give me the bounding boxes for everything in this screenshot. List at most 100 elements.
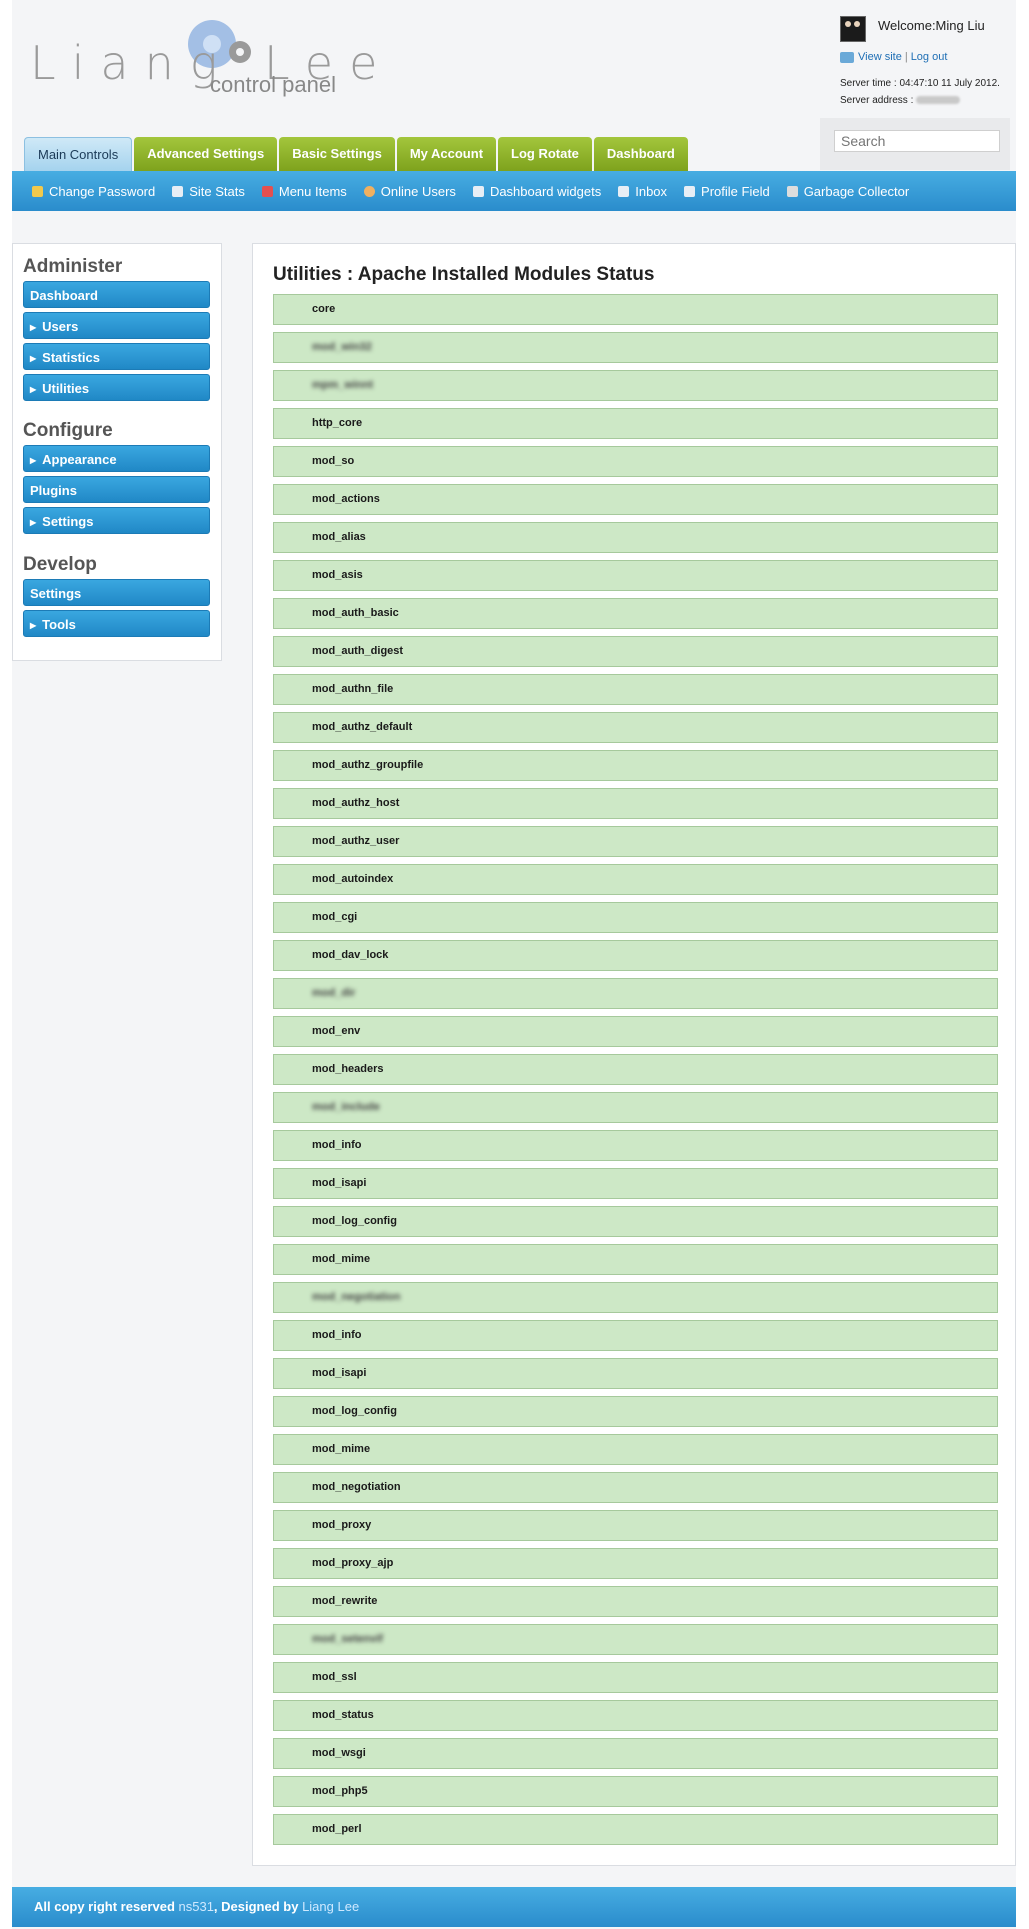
table-row: mod_env: [273, 1016, 998, 1047]
subnav-online-users[interactable]: Online Users: [363, 184, 456, 199]
module-name: mod_proxy_ajp: [312, 1557, 394, 1569]
table-row: mod_setenvif: [273, 1624, 998, 1655]
table-row: mod_wsgi: [273, 1738, 998, 1769]
table-row: mod_log_config: [273, 1206, 998, 1237]
tab-advanced-settings[interactable]: Advanced Settings: [134, 137, 278, 171]
module-name: mod_proxy: [312, 1519, 372, 1531]
module-name: mod_include: [312, 1101, 380, 1113]
table-row: mod_dav_lock: [273, 940, 998, 971]
table-row: mod_log_config: [273, 1396, 998, 1427]
main-tabs: Main Controls Advanced Settings Basic Se…: [24, 137, 690, 171]
subnav-inbox[interactable]: Inbox: [618, 184, 667, 199]
sidebar-item-label: Tools: [42, 617, 76, 632]
module-name: mod_log_config: [312, 1215, 397, 1227]
table-row: mod_cgi: [273, 902, 998, 933]
table-row: mod_authz_user: [273, 826, 998, 857]
subnav-profile-field[interactable]: Profile Field: [684, 184, 770, 199]
sidebar-item-label: Plugins: [30, 483, 77, 498]
subnav-label: Change Password: [49, 183, 156, 199]
subnav-dashboard-widgets[interactable]: Dashboard widgets: [472, 184, 601, 199]
sidebar-item-label: Settings: [30, 586, 82, 601]
module-name: mod_authz_host: [312, 797, 400, 809]
triangle-right-icon: ▶: [30, 518, 37, 528]
log-out-link[interactable]: Log out: [911, 51, 948, 63]
table-row: mod_mime: [273, 1244, 998, 1275]
module-name: mod_authz_groupfile: [312, 759, 424, 771]
tab-my-account[interactable]: My Account: [396, 137, 497, 171]
sidebar-item-appearance[interactable]: ▶ Appearance: [23, 445, 210, 472]
module-name: mod_dir: [312, 987, 356, 999]
lock-icon: [32, 185, 43, 197]
page-title: Utilities : Apache Installed Modules Sta…: [273, 264, 655, 285]
subnav-label: Profile Field: [701, 183, 770, 199]
footer-owner-link[interactable]: ns531: [179, 1899, 214, 1914]
module-name: mod_authz_default: [312, 721, 413, 733]
table-row: mod_authn_file: [273, 674, 998, 705]
user-box: Welcome:Ming Liu View site | Log out Serve…: [840, 14, 1029, 114]
sidebar-item-dashboard[interactable]: Dashboard: [23, 281, 210, 308]
table-row: mod_status: [273, 1700, 998, 1731]
sidebar-item-settings[interactable]: ▶ Settings: [23, 507, 210, 534]
sidebar-item-plugins[interactable]: Plugins: [23, 476, 210, 503]
view-site-icon: [840, 51, 854, 63]
sidebar-item-users[interactable]: ▶ Users: [23, 312, 210, 339]
table-row: mod_autoindex: [273, 864, 998, 895]
module-name: mod_isapi: [312, 1367, 367, 1379]
user-links: View site | Log out: [840, 51, 947, 63]
server-address: Server address :: [840, 95, 961, 106]
module-name: mod_so: [312, 455, 355, 467]
module-name: mod_dav_lock: [312, 949, 389, 961]
table-row: mod_actions: [273, 484, 998, 515]
sidebar-item-tools[interactable]: ▶ Tools: [23, 610, 210, 637]
tab-basic-settings[interactable]: Basic Settings: [279, 137, 395, 171]
module-name: mod_mime: [312, 1443, 371, 1455]
redacted-address: [916, 96, 961, 105]
table-row: mod_auth_basic: [273, 598, 998, 629]
footer-middle: , Designed by: [213, 1899, 303, 1914]
table-row: mod_info: [273, 1320, 998, 1351]
footer-designer-link[interactable]: Liang Lee: [302, 1899, 359, 1914]
sidebar-item-label: Settings: [42, 514, 94, 529]
link-separator: |: [904, 51, 908, 63]
table-row: core: [273, 294, 998, 325]
search-area: [820, 118, 1010, 170]
sidebar-item-statistics[interactable]: ▶ Statistics: [23, 343, 210, 370]
tab-main-controls[interactable]: Main Controls: [24, 137, 133, 171]
module-name: core: [312, 303, 336, 315]
sidebar-item-label: Utilities: [42, 381, 90, 396]
module-name: mod_log_config: [312, 1405, 397, 1417]
table-row: mod_isapi: [273, 1358, 998, 1389]
module-name: mod_auth_digest: [312, 645, 404, 657]
table-row: mod_isapi: [273, 1168, 998, 1199]
sidebar-item-dev-settings[interactable]: Settings: [23, 579, 210, 606]
header: Liang Lee control panel Welcome:Ming Liu…: [12, 0, 1016, 130]
search-input[interactable]: [834, 130, 1000, 152]
triangle-right-icon: ▶: [30, 456, 37, 466]
subnav-site-stats[interactable]: Site Stats: [172, 184, 245, 199]
main-panel: Utilities : Apache Installed Modules Sta…: [252, 243, 1016, 1866]
subnav-garbage-collector[interactable]: Garbage Collector: [786, 184, 909, 199]
module-name: mod_authn_file: [312, 683, 394, 695]
subnav-change-password[interactable]: Change Password: [32, 184, 155, 199]
triangle-right-icon: ▶: [30, 621, 37, 631]
module-name: mod_ssl: [312, 1671, 357, 1683]
view-site-link[interactable]: View site: [858, 51, 902, 63]
module-name: mod_autoindex: [312, 873, 394, 885]
subnav-menu-items[interactable]: Menu Items: [261, 184, 347, 199]
module-name: mod_mime: [312, 1253, 371, 1265]
module-name: mod_setenvif: [312, 1633, 383, 1645]
module-name: mod_rewrite: [312, 1595, 378, 1607]
tab-log-rotate[interactable]: Log Rotate: [498, 137, 592, 171]
sidebar: Administer Dashboard ▶ Users ▶ Statistics …: [12, 243, 222, 661]
sidebar-item-utilities[interactable]: ▶ Utilities: [23, 374, 210, 401]
module-name: http_core: [312, 417, 363, 429]
module-name: mod_win32: [312, 341, 372, 353]
table-row: mod_proxy_ajp: [273, 1548, 998, 1579]
module-name: mod_info: [312, 1329, 362, 1341]
module-name: mod_perl: [312, 1823, 362, 1835]
server-address-label: Server address :: [840, 95, 914, 106]
table-row: mod_rewrite: [273, 1586, 998, 1617]
tab-dashboard[interactable]: Dashboard: [593, 137, 688, 171]
user-icon: [363, 185, 375, 197]
logo[interactable]: Liang Lee control panel: [30, 10, 377, 110]
